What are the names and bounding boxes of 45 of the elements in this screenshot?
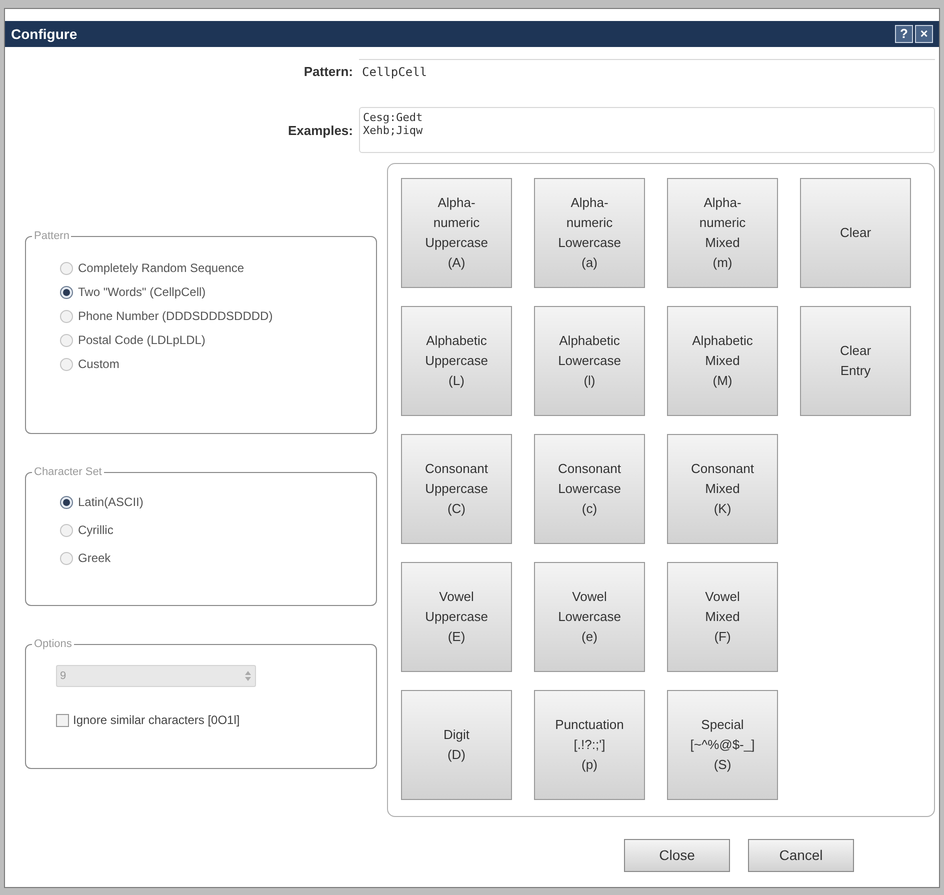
token-button[interactable]: Clear: [800, 178, 911, 288]
field-label: Examples:: [286, 122, 354, 140]
examples-field: Cesg:Gedt Xehb;Jiqw: [359, 107, 935, 153]
radio-button[interactable]: [60, 262, 73, 274]
token-button[interactable]: Vowel Lowercase (e): [534, 562, 645, 672]
token-button[interactable]: Consonant Mixed (K): [667, 434, 778, 544]
option-label: Phone Number (DDDSDDDSDDDD): [78, 308, 273, 325]
option-label: Ignore similar characters [0O1l]: [73, 712, 240, 729]
radio-button[interactable]: [60, 358, 73, 370]
token-button[interactable]: Special [~^%@$-_] (S): [667, 690, 778, 800]
option-label: Two "Words" (CellpCell): [78, 284, 206, 301]
token-button[interactable]: Consonant Lowercase (c): [534, 434, 645, 544]
token-button[interactable]: Alphabetic Mixed (M): [667, 306, 778, 416]
pattern-field[interactable]: CellpCell: [359, 59, 935, 99]
token-button[interactable]: Digit (D): [401, 690, 512, 800]
close-button[interactable]: Close: [624, 839, 730, 872]
token-button[interactable]: Vowel Uppercase (E): [401, 562, 512, 672]
option-label: Latin(ASCII): [78, 494, 144, 511]
group-legend: Options: [32, 637, 74, 651]
token-button[interactable]: Alpha- numeric Lowercase (a): [534, 178, 645, 288]
close-button[interactable]: ×: [915, 25, 933, 43]
option-label: Custom: [78, 356, 120, 373]
checkbox[interactable]: [56, 714, 69, 726]
radio-button[interactable]: [60, 552, 73, 564]
radio-button[interactable]: [60, 524, 73, 536]
token-button[interactable]: Punctuation [.!?:;'] (p): [534, 690, 645, 800]
token-button[interactable]: Alphabetic Lowercase (l): [534, 306, 645, 416]
token-button[interactable]: Consonant Uppercase (C): [401, 434, 512, 544]
option-label: Completely Random Sequence: [78, 260, 244, 277]
token-button[interactable]: Vowel Mixed (F): [667, 562, 778, 672]
cancel-button[interactable]: Cancel: [748, 839, 854, 872]
option-label: Postal Code (LDLpLDL): [78, 332, 206, 349]
window-title: Configure: [11, 24, 78, 44]
option-label: Cyrillic: [78, 522, 114, 539]
option-label: Greek: [78, 550, 111, 567]
token-button[interactable]: Alphabetic Uppercase (L): [401, 306, 512, 416]
help-button[interactable]: ?: [895, 25, 913, 43]
token-button[interactable]: Alpha- numeric Mixed (m): [667, 178, 778, 288]
radio-button[interactable]: [60, 286, 73, 298]
radio-button[interactable]: [60, 496, 73, 508]
token-button[interactable]: Clear Entry: [800, 306, 911, 416]
radio-button[interactable]: [60, 310, 73, 322]
radio-button[interactable]: [60, 334, 73, 346]
token-button[interactable]: Alpha- numeric Uppercase (A): [401, 178, 512, 288]
field-label: Pattern:: [302, 63, 354, 81]
